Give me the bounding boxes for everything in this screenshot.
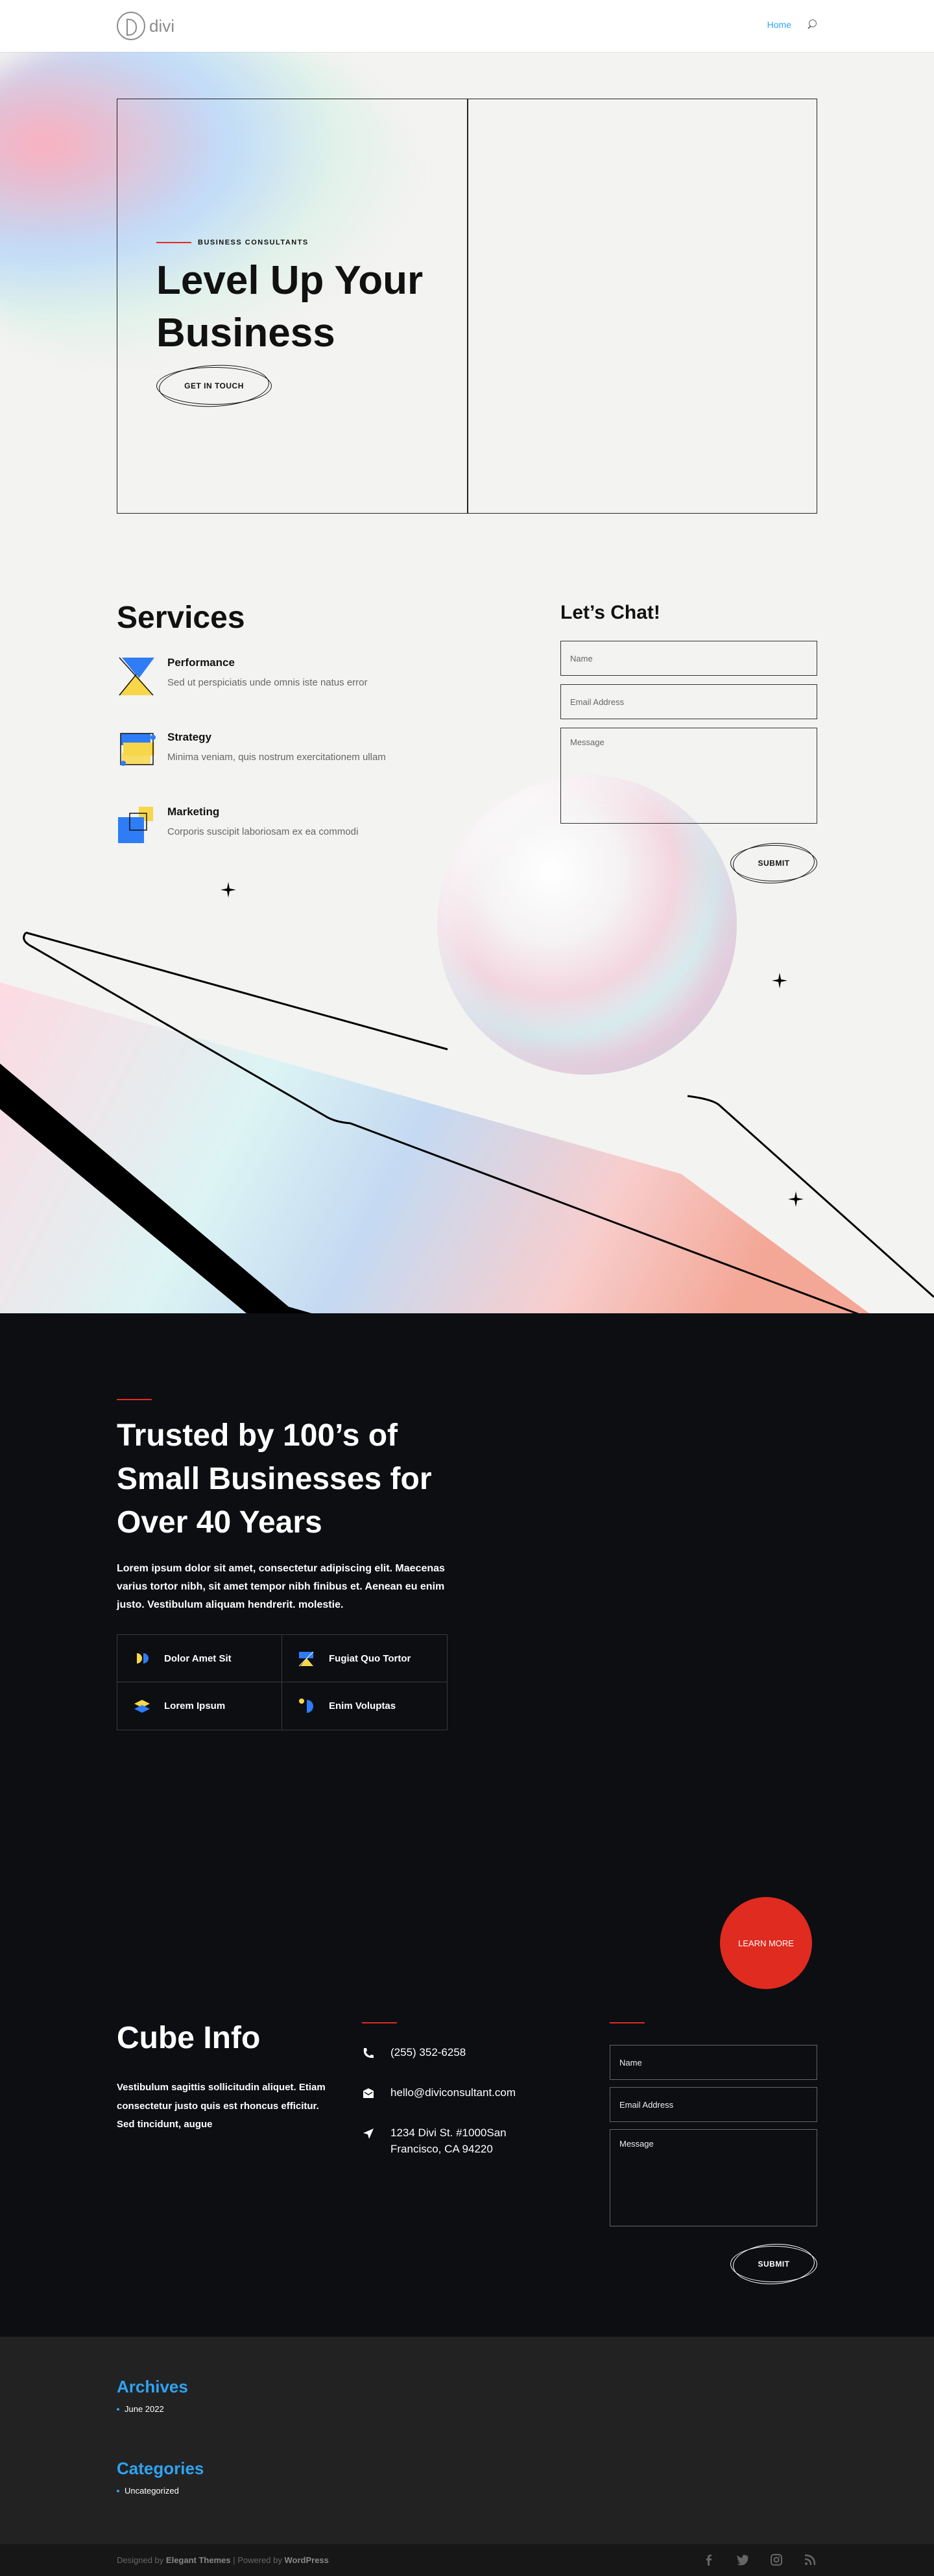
contact-phone[interactable]: (255) 352-6258 — [362, 2045, 466, 2061]
instagram-icon[interactable] — [769, 2553, 784, 2567]
footer-submit-button[interactable]: SUBMIT — [730, 2246, 817, 2282]
red-rule — [117, 1399, 152, 1400]
sparkle-icon — [788, 1191, 804, 1207]
service-desc: Sed ut perspiciatis unde omnis iste natu… — [167, 677, 368, 688]
pie-icon — [299, 1698, 313, 1713]
contact-email[interactable]: hello@diviconsultant.com — [362, 2085, 516, 2101]
phone-text: (255) 352-6258 — [390, 2046, 466, 2058]
social-links — [702, 2553, 817, 2567]
category-link[interactable]: Uncategorized — [117, 2486, 179, 2496]
layers-icon — [134, 1699, 150, 1713]
feature-item: Dolor Amet Sit — [117, 1635, 282, 1682]
feature-item: Enim Voluptas — [282, 1682, 447, 1730]
red-rule — [156, 242, 191, 243]
cube-info-title: Cube Info — [117, 2021, 261, 2055]
elegant-themes-link[interactable]: Elegant Themes — [166, 2555, 231, 2565]
submit-button[interactable]: SUBMIT — [730, 845, 817, 881]
feature-label: Lorem Ipsum — [164, 1700, 226, 1711]
archives-title: Archives — [117, 2377, 188, 2396]
sparkle-icon — [221, 882, 236, 898]
strategy-icon — [120, 733, 156, 766]
sparkle-icon — [772, 973, 787, 988]
service-name: Strategy — [167, 731, 212, 743]
address-text: 1234 Divi St. #1000San Francisco, CA 942… — [390, 2127, 507, 2155]
red-rule — [362, 2022, 397, 2023]
footer-name-field[interactable] — [610, 2045, 817, 2080]
marketing-icon — [118, 807, 153, 843]
categories-title: Categories — [117, 2459, 204, 2478]
contact-address[interactable]: 1234 Divi St. #1000San Francisco, CA 942… — [362, 2125, 511, 2157]
credits-text: | Powered by — [233, 2555, 282, 2565]
footer-message-field[interactable] — [610, 2129, 817, 2226]
message-field[interactable] — [560, 728, 817, 824]
phone-icon — [363, 2048, 374, 2058]
service-desc: Minima veniam, quis nostrum exercitation… — [167, 752, 386, 763]
performance-icon — [119, 657, 154, 696]
feature-label: Fugiat Quo Tortor — [329, 1652, 411, 1664]
feature-label: Enim Voluptas — [329, 1700, 396, 1711]
service-name: Marketing — [167, 805, 220, 818]
wordpress-link[interactable]: WordPress — [285, 2555, 329, 2565]
hero-eyebrow: BUSINESS CONSULTANTS — [156, 239, 309, 246]
footer-widgets: Archives June 2022 Categories Uncategori… — [0, 2337, 934, 2544]
chat-title: Let’s Chat! — [560, 602, 660, 623]
service-item-performance: Performance Sed ut perspiciatis unde omn… — [117, 655, 428, 707]
trust-title: Trusted by 100’s of Small Businesses for… — [117, 1418, 432, 1540]
service-desc: Corporis suscipit laboriosam ex ea commo… — [167, 826, 359, 837]
red-rule — [610, 2022, 645, 2023]
footer-credits: Designed by Elegant Themes | Powered by … — [117, 2555, 329, 2565]
cube-info-text: Vestibulum sagittis sollicitudin aliquet… — [117, 2082, 326, 2130]
half-circle-icon — [137, 1653, 149, 1664]
rss-icon[interactable] — [803, 2553, 817, 2567]
hero-divider — [467, 99, 468, 513]
service-item-strategy: Strategy Minima veniam, quis nostrum exe… — [117, 730, 428, 781]
location-arrow-icon — [363, 2129, 374, 2139]
footer-email-field[interactable] — [610, 2087, 817, 2122]
service-item-marketing: Marketing Corporis suscipit laboriosam e… — [117, 804, 428, 856]
envelope-icon — [363, 2088, 374, 2098]
feature-item: Lorem Ipsum — [117, 1682, 282, 1730]
divi-logo-icon — [117, 12, 145, 40]
main-nav: Home — [767, 19, 817, 30]
feature-grid: Dolor Amet Sit Fugiat Quo Tortor Lorem I… — [117, 1634, 448, 1730]
facebook-icon[interactable] — [702, 2553, 716, 2567]
site-logo[interactable]: divi — [117, 12, 174, 40]
archive-link[interactable]: June 2022 — [117, 2404, 164, 2414]
search-icon[interactable] — [807, 19, 817, 30]
credits-text: Designed by — [117, 2555, 164, 2565]
email-field[interactable] — [560, 684, 817, 719]
hero-section: BUSINESS CONSULTANTS Level Up Your Busin… — [0, 52, 934, 1313]
learn-more-button[interactable]: LEARN MORE — [720, 1897, 812, 1989]
feature-item: Fugiat Quo Tortor — [282, 1635, 447, 1682]
feature-label: Dolor Amet Sit — [164, 1652, 232, 1664]
logo-text: divi — [149, 16, 175, 36]
eyebrow-text: BUSINESS CONSULTANTS — [198, 239, 309, 246]
site-header: divi Home — [0, 0, 934, 52]
shapes-icon — [298, 1651, 314, 1667]
get-in-touch-button[interactable]: GET IN TOUCH — [156, 367, 272, 405]
hero-frame: BUSINESS CONSULTANTS Level Up Your Busin… — [117, 99, 817, 514]
nav-home-link[interactable]: Home — [767, 19, 791, 30]
service-name: Performance — [167, 656, 235, 669]
trust-text: Lorem ipsum dolor sit amet, consectetur … — [117, 1563, 445, 1610]
trust-section: Trusted by 100’s of Small Businesses for… — [0, 1313, 934, 2337]
footer-bottom-bar: Designed by Elegant Themes | Powered by … — [0, 2544, 934, 2576]
hero-title: Level Up Your Business — [156, 258, 424, 355]
twitter-icon[interactable] — [736, 2553, 750, 2567]
services-title: Services — [117, 601, 245, 635]
email-text: hello@diviconsultant.com — [390, 2086, 516, 2099]
name-field[interactable] — [560, 641, 817, 676]
